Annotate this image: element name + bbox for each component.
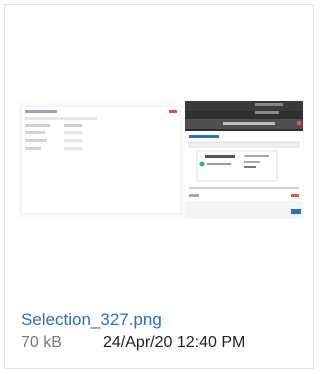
attachment-date: 24/Apr/20 12:40 PM bbox=[103, 334, 246, 351]
screenshot-thumbnail-icon bbox=[20, 101, 303, 219]
attachment-card[interactable]: Selection_327.png 70 kB 24/Apr/20 12:40 … bbox=[4, 4, 314, 369]
attachment-size: 70 kB bbox=[21, 334, 62, 351]
attachment-thumbnail[interactable] bbox=[19, 101, 304, 219]
attachment-meta: 70 kB 24/Apr/20 12:40 PM bbox=[21, 334, 307, 352]
attachment-filename-link[interactable]: Selection_327.png bbox=[21, 310, 162, 330]
